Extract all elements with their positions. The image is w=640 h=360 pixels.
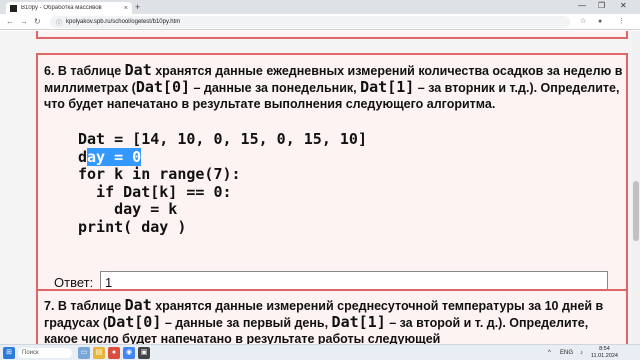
tab-strip: B10py - Обработка массивов × + — ❐ ✕ bbox=[0, 0, 640, 14]
new-tab-button[interactable]: + bbox=[135, 2, 140, 12]
code-line: print( day ) bbox=[78, 217, 187, 236]
maximize-button[interactable]: ❐ bbox=[598, 1, 605, 11]
taskbar-search[interactable]: Поиск bbox=[18, 348, 72, 358]
code-line: day = 0 bbox=[78, 147, 142, 166]
page-viewport: 6. В таблице Dat хранятся данные ежеднев… bbox=[0, 31, 640, 344]
tray-arrow-icon[interactable]: ^ bbox=[548, 348, 551, 358]
language-indicator[interactable]: ENG bbox=[560, 348, 573, 358]
answer-label: Ответ: bbox=[54, 275, 94, 290]
task-6-box: 6. В таблице Dat хранятся данные ежеднев… bbox=[36, 53, 628, 297]
address-bar[interactable]: ⓘ kpolyakov.spb.ru/school/ogetest/b10py.… bbox=[50, 16, 570, 28]
os-taskbar: ⊞ Поиск ▭ ▤ ● ◉ ▣ ^ ENG ♪ 8:54 11.01.202… bbox=[0, 344, 640, 360]
site-info-icon[interactable]: ⓘ bbox=[56, 18, 62, 27]
scrollbar-thumb[interactable] bbox=[633, 181, 639, 241]
browser-tab[interactable]: B10py - Обработка массивов × bbox=[6, 2, 132, 14]
menu-icon[interactable]: ⋮ bbox=[618, 17, 625, 27]
profile-icon[interactable]: ● bbox=[598, 17, 602, 27]
code-line: day = k bbox=[78, 200, 178, 218]
forward-arrow-icon[interactable]: → bbox=[20, 16, 28, 28]
tab-close-icon[interactable]: × bbox=[124, 5, 128, 12]
browser-toolbar: ← → ↻ ⓘ kpolyakov.spb.ru/school/ogetest/… bbox=[0, 14, 640, 30]
close-window-button[interactable]: ✕ bbox=[620, 1, 627, 11]
task-7-question: 7. В таблице Dat хранятся данные измерен… bbox=[44, 296, 604, 344]
task-number: 7. bbox=[44, 299, 55, 313]
code-line: if Dat[k] == 0: bbox=[78, 182, 232, 201]
app-icon[interactable]: ▣ bbox=[138, 347, 150, 359]
file-explorer-icon[interactable]: ▤ bbox=[93, 347, 105, 359]
minimize-button[interactable]: — bbox=[578, 1, 586, 11]
app-icon[interactable]: ● bbox=[108, 347, 120, 359]
task-7-box: 7. В таблице Dat хранятся данные измерен… bbox=[36, 289, 628, 344]
code-line: Dat = [14, 10, 0, 15, 0, 15, 10] bbox=[78, 130, 367, 148]
code-block: Dat = [14, 10, 0, 15, 0, 15, 10] day = 0… bbox=[78, 130, 367, 236]
task-number: 6. bbox=[44, 64, 55, 78]
task-view-icon[interactable]: ▭ bbox=[78, 347, 90, 359]
clock[interactable]: 8:54 11.01.2024 bbox=[591, 346, 618, 360]
favicon-icon bbox=[10, 4, 17, 12]
previous-task-box bbox=[36, 31, 628, 39]
text-selection: ay = 0 bbox=[87, 147, 142, 166]
vertical-scrollbar[interactable] bbox=[632, 31, 640, 344]
start-icon[interactable]: ⊞ bbox=[3, 347, 15, 359]
chrome-icon[interactable]: ◉ bbox=[123, 347, 135, 359]
tab-title: B10py - Обработка массивов bbox=[21, 5, 102, 11]
reload-icon[interactable]: ↻ bbox=[34, 16, 41, 28]
task-6-question: 6. В таблице Dat хранятся данные ежеднев… bbox=[44, 61, 623, 111]
back-arrow-icon[interactable]: ← bbox=[6, 16, 14, 28]
bookmark-star-icon[interactable]: ☆ bbox=[580, 17, 586, 27]
url-text: kpolyakov.spb.ru/school/ogetest/b10py.ht… bbox=[66, 19, 181, 25]
volume-icon[interactable]: ♪ bbox=[580, 348, 583, 358]
code-line: for k in range(7): bbox=[78, 165, 241, 183]
